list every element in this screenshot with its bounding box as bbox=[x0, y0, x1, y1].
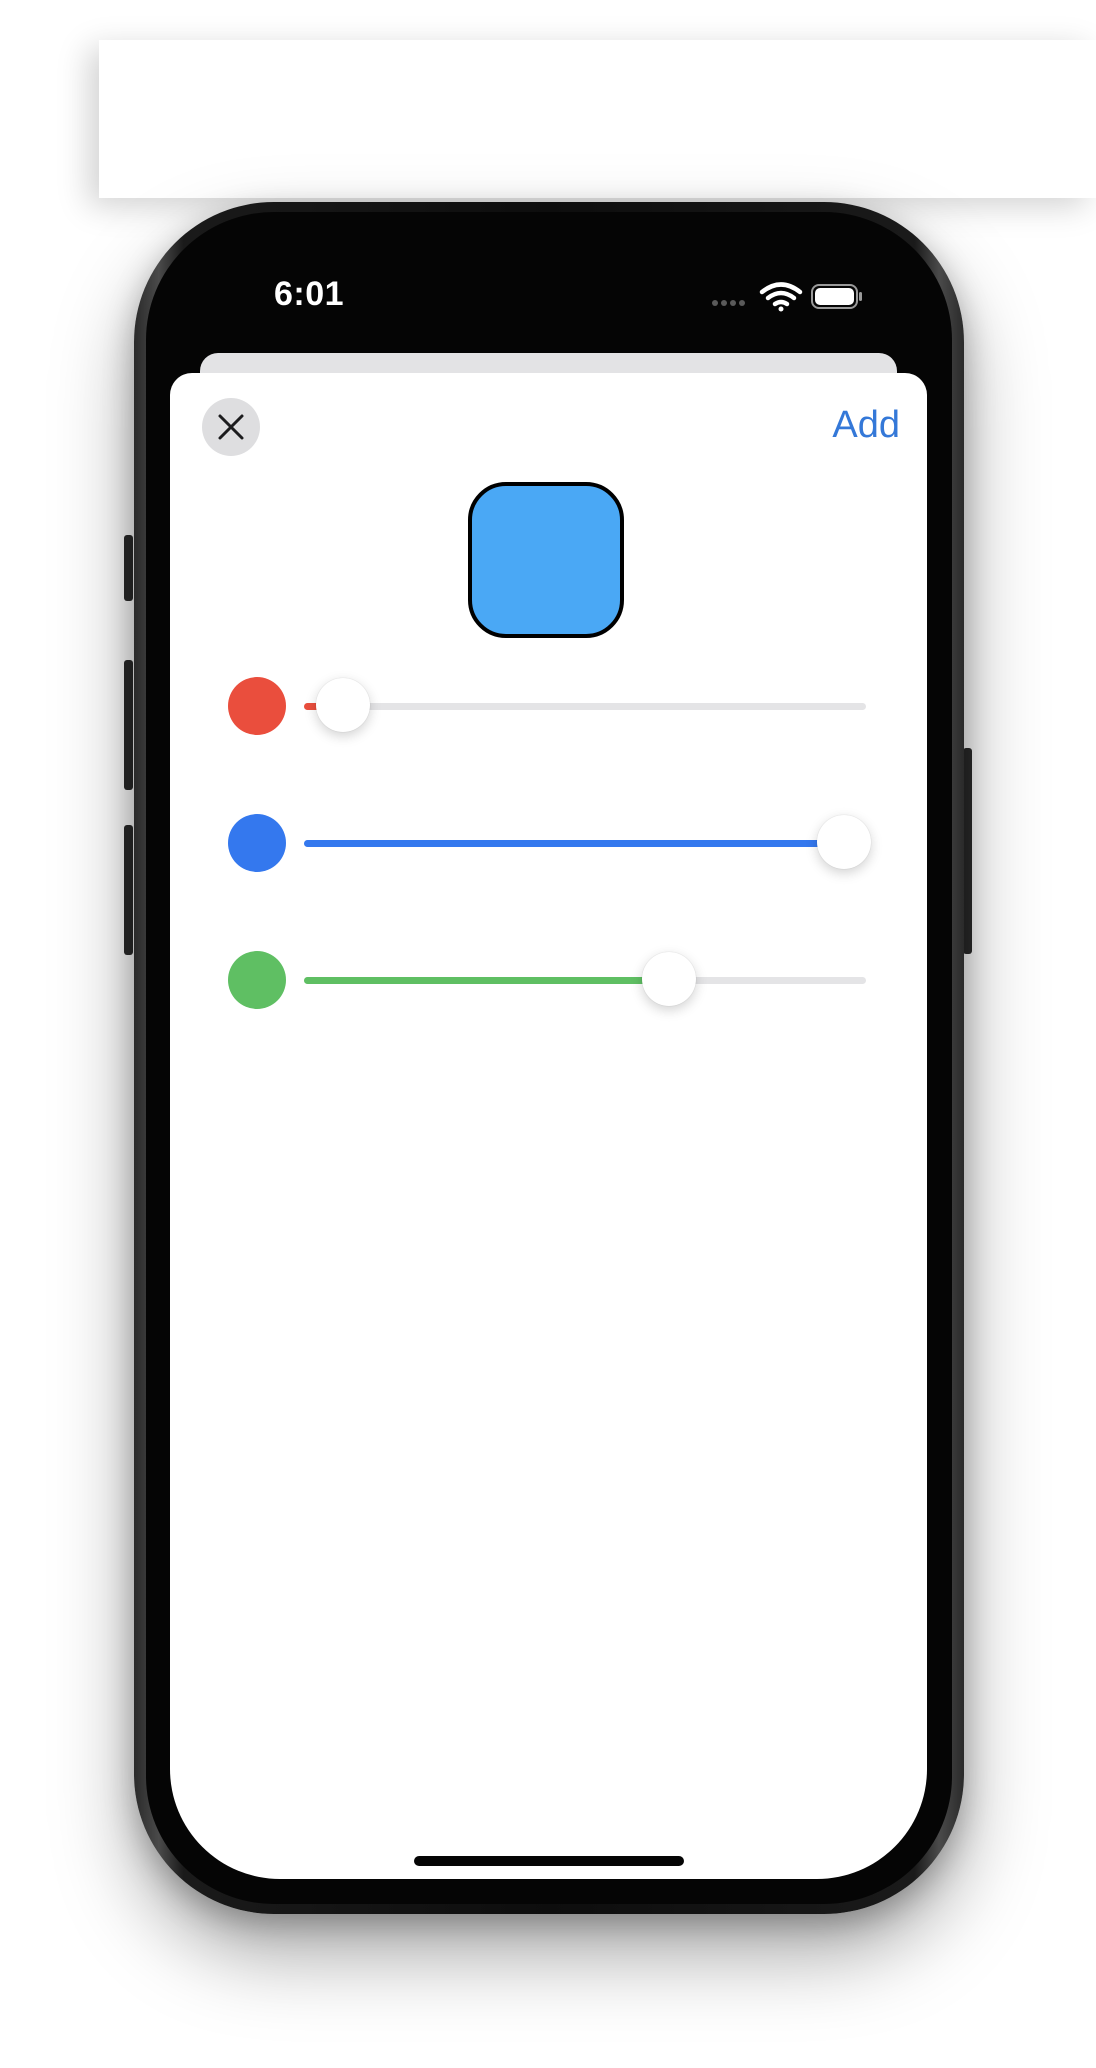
blue-slider-fill bbox=[304, 840, 844, 847]
red-slider[interactable] bbox=[304, 678, 866, 732]
green-channel-dot bbox=[228, 951, 286, 1009]
cellular-dots-icon bbox=[712, 300, 745, 306]
slider-row-green bbox=[228, 951, 868, 1011]
color-preview-swatch bbox=[468, 482, 624, 638]
canvas: 6:01 Add bbox=[0, 0, 1096, 2068]
green-slider[interactable] bbox=[304, 952, 866, 1006]
volume-down-button bbox=[124, 825, 133, 955]
close-button[interactable] bbox=[202, 398, 260, 456]
red-channel-dot bbox=[228, 677, 286, 735]
wifi-icon bbox=[759, 282, 803, 312]
battery-icon bbox=[811, 284, 862, 309]
blue-slider-thumb[interactable] bbox=[816, 815, 871, 869]
blue-channel-dot bbox=[228, 814, 286, 872]
background-card bbox=[99, 40, 1096, 198]
green-slider-fill bbox=[304, 977, 670, 984]
add-button[interactable]: Add bbox=[810, 404, 900, 447]
power-button bbox=[963, 748, 972, 954]
red-slider-thumb[interactable] bbox=[316, 678, 371, 732]
slider-row-red bbox=[228, 677, 868, 737]
slider-row-blue bbox=[228, 814, 871, 874]
close-icon bbox=[218, 414, 244, 440]
status-time: 6:01 bbox=[274, 275, 345, 313]
green-slider-thumb[interactable] bbox=[642, 952, 697, 1006]
status-icons bbox=[712, 282, 862, 312]
home-indicator[interactable] bbox=[414, 1856, 684, 1866]
silent-switch bbox=[124, 535, 133, 601]
volume-up-button bbox=[124, 660, 133, 790]
blue-slider[interactable] bbox=[304, 815, 871, 869]
